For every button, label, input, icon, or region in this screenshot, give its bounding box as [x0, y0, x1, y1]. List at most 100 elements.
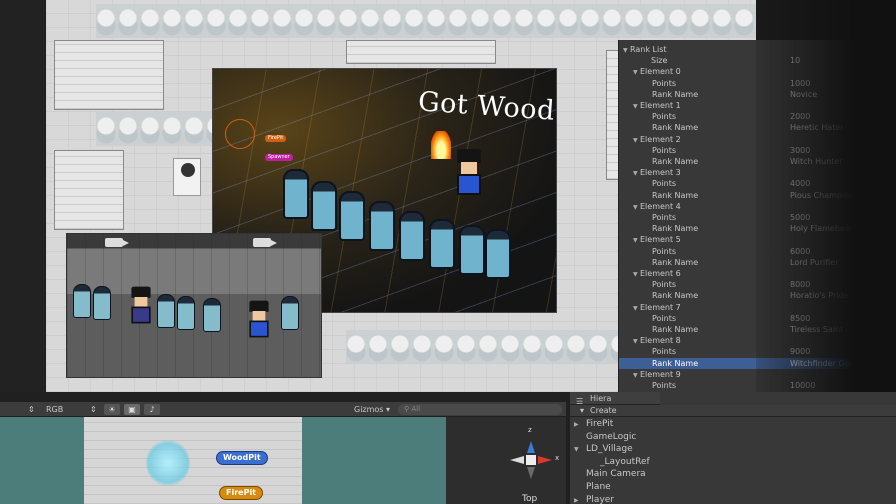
foldout-arrow-icon[interactable]: ▶: [574, 495, 586, 504]
hierarchy-item-label: LD_Village: [586, 444, 633, 455]
level-map: [84, 417, 302, 504]
field-label: Rank Name: [652, 89, 699, 99]
field-label: Element 2: [640, 134, 681, 144]
hierarchy-item[interactable]: Main Camera: [574, 468, 646, 480]
hierarchy-panel: ☰ Hiera Create ▾ ▶ FirePit GameLogic ▼ LD_Vi…: [570, 392, 896, 504]
villager-sprite: [311, 181, 337, 231]
axis-z-label: z: [528, 426, 532, 434]
hierarchy-item-label: GameLogic: [586, 431, 637, 442]
field-label: Rank Name: [652, 123, 699, 133]
axis-neg-z-arrow[interactable]: [527, 467, 535, 479]
pilgrim-player: [246, 300, 272, 338]
villager-sprite: [203, 298, 221, 332]
field-label: Points: [652, 280, 677, 290]
field-label: Rank Name: [652, 325, 699, 334]
villager-sprite: [73, 284, 91, 318]
scene-view[interactable]: WoodPit FirePit: [0, 417, 446, 504]
hierarchy-item[interactable]: ▼ LD_Village: [574, 443, 633, 455]
foldout-arrow-icon[interactable]: ▶: [574, 419, 586, 431]
firepit-label[interactable]: FirePit: [219, 486, 264, 500]
field-label: Size: [651, 56, 668, 66]
field-label: Points: [652, 78, 677, 88]
foldout-arrow-icon[interactable]: ▼: [574, 444, 586, 456]
hierarchy-item-label: _LayoutRef: [600, 456, 650, 467]
field-label: Points: [652, 313, 677, 323]
field-label: Element 5: [640, 235, 681, 245]
hierarchy-item[interactable]: Plane: [574, 481, 611, 493]
priest-sprite: [173, 158, 201, 196]
field-label: Points: [652, 179, 677, 189]
scene-search-input[interactable]: ⚲ All: [398, 404, 562, 415]
torch-flame: [431, 131, 451, 159]
field-label: Element 0: [640, 67, 681, 77]
image-icon[interactable]: ▣: [124, 404, 140, 415]
camera-icon: [253, 238, 277, 247]
sketch-house: [54, 150, 124, 230]
villager-sprite: [93, 286, 111, 320]
field-label: Rank Name: [652, 291, 699, 301]
villager-sprite: [177, 296, 195, 330]
axis-x-label: x: [555, 454, 560, 462]
villager-sprite: [459, 225, 485, 275]
hierarchy-item[interactable]: ▶ Player: [574, 494, 614, 504]
sun-icon[interactable]: ☀: [104, 404, 120, 415]
firepit-gizmo: [225, 119, 255, 149]
field-label: Rank Name: [652, 190, 699, 200]
field-label: Rank Name: [652, 257, 699, 267]
sketch-house: [54, 40, 164, 110]
hierarchy-item-label: FirePit: [586, 419, 614, 429]
field-label: Element 4: [640, 201, 681, 211]
villager-sprite: [369, 201, 395, 251]
field-label: Points: [652, 381, 677, 390]
scene-toolbar: ⇕ RGB ⇕ ☀ ▣ ♪ Gizmos ▾ ⚲ All: [0, 402, 566, 417]
firepit-tag: FirePit: [265, 135, 287, 142]
field-label: Points: [652, 246, 677, 256]
create-dropdown[interactable]: Create ▾: [580, 405, 617, 417]
pilgrim-player: [453, 149, 485, 195]
camera-icon: [105, 238, 129, 247]
field-label: Rank List: [630, 45, 667, 54]
sketch-fence: [346, 40, 496, 64]
woodpit-label[interactable]: WoodPit: [216, 451, 268, 465]
field-label: Element 6: [640, 269, 681, 278]
hierarchy-item-label: Plane: [586, 482, 611, 492]
villager-sprite: [281, 296, 299, 330]
field-label: Points: [652, 213, 677, 222]
tab-hierarchy[interactable]: ☰ Hiera: [570, 392, 660, 406]
villager-sprite: [339, 191, 365, 241]
villager-sprite: [485, 229, 511, 279]
axis-x-arrow[interactable]: [538, 456, 552, 464]
spawner-tag: Spawner: [265, 154, 293, 161]
gizmo-center-cube[interactable]: [526, 455, 536, 465]
field-label: Element 8: [640, 336, 681, 346]
field-label: Points: [652, 145, 677, 155]
field-label: Points: [652, 347, 677, 357]
field-label: Rank Name: [652, 224, 699, 234]
field-label: Rank Name: [652, 157, 699, 166]
hierarchy-item[interactable]: ▶ FirePit: [574, 418, 613, 430]
villager-sprite: [157, 294, 175, 328]
game-screenshot-secondary: [66, 233, 322, 378]
orientation-gizmo[interactable]: z x Top: [446, 417, 566, 504]
field-label: Points: [652, 112, 677, 122]
gizmos-dropdown[interactable]: Gizmos ▾: [354, 402, 390, 417]
villager-sprite: [283, 169, 309, 219]
field-label: Element 3: [640, 168, 681, 178]
witchfinder-sprite: [128, 286, 154, 324]
chevron-updown-icon[interactable]: ⇕: [90, 402, 97, 417]
axis-neg-x-arrow[interactable]: [510, 456, 524, 464]
villager-sprite: [399, 211, 425, 261]
render-mode-dropdown[interactable]: RGB: [46, 402, 63, 417]
woodpit-glow: [146, 439, 190, 487]
chevron-updown-icon[interactable]: ⇕: [28, 402, 35, 417]
crowd-band-top: [96, 4, 756, 38]
audio-icon[interactable]: ♪: [144, 404, 160, 415]
villager-sprite: [429, 219, 455, 269]
field-label: Rank Name: [652, 358, 699, 368]
hierarchy-item[interactable]: _LayoutRef: [588, 456, 650, 468]
axis-z-arrow[interactable]: [527, 441, 535, 453]
view-direction-label: Top: [522, 494, 538, 504]
field-label: Element 9: [640, 369, 681, 379]
hierarchy-item-label: Player: [586, 494, 615, 504]
hierarchy-item[interactable]: GameLogic: [574, 431, 636, 443]
